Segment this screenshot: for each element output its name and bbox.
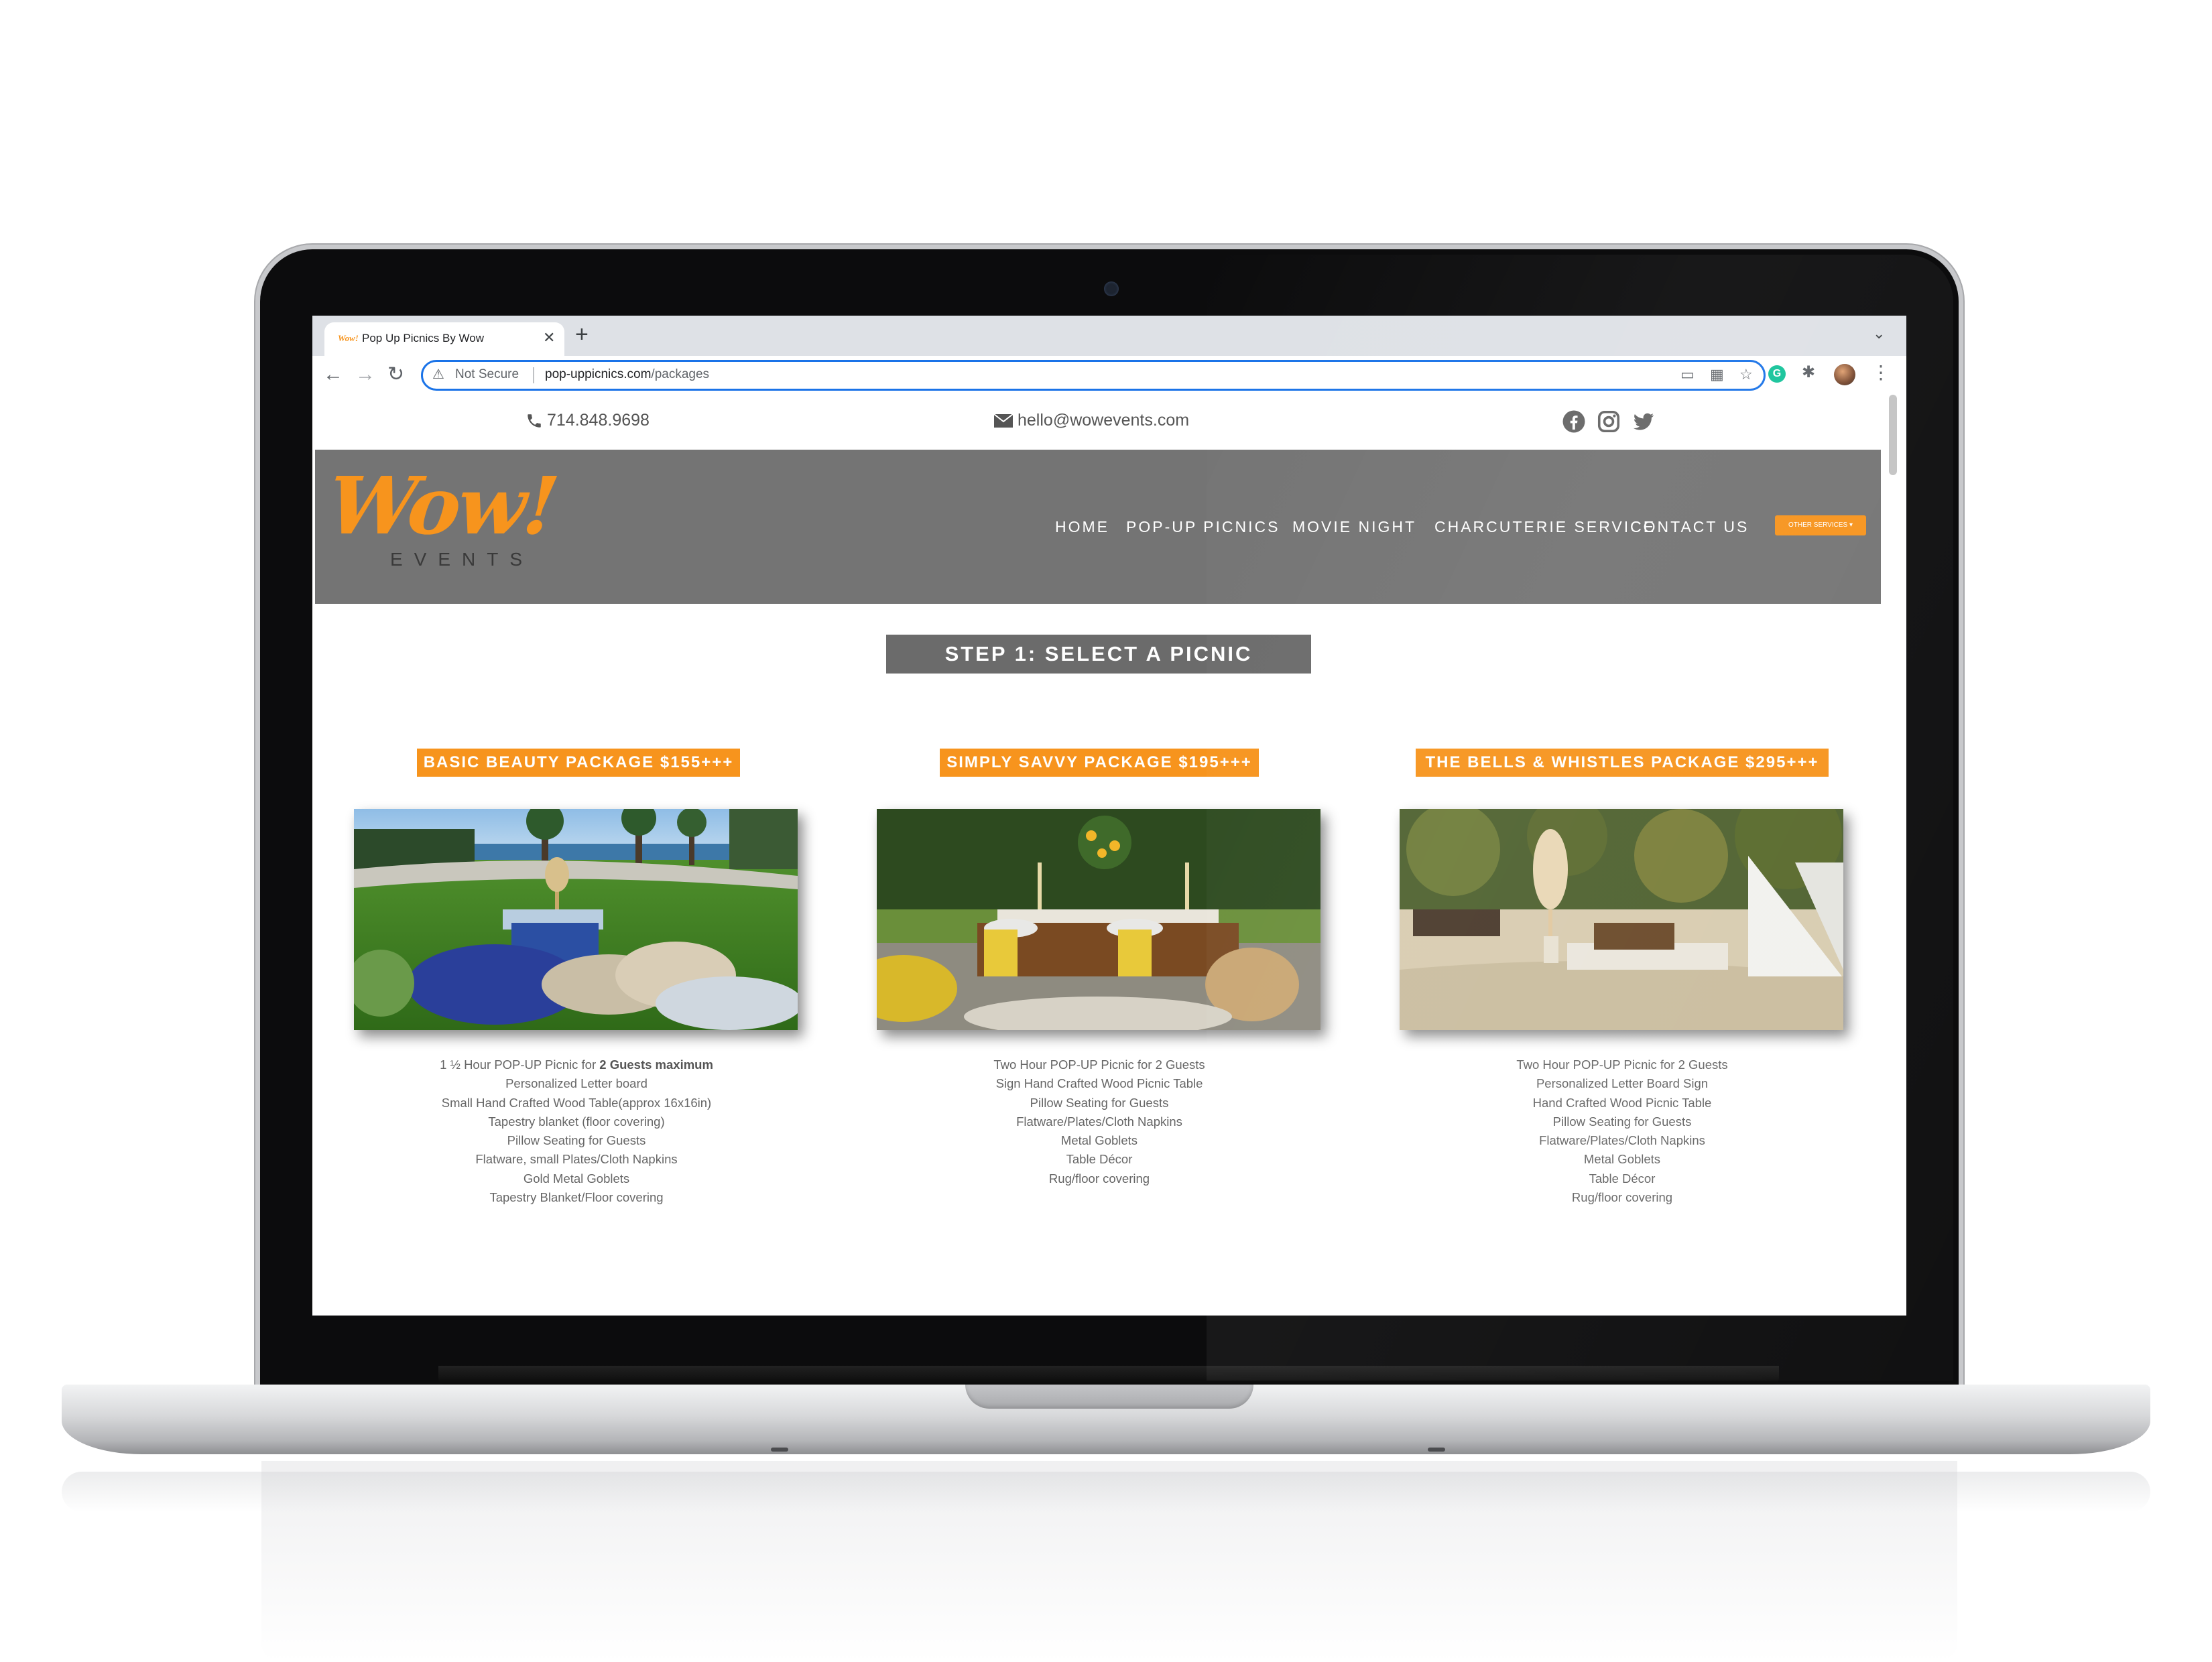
phone-link[interactable]: 714.848.9698 (526, 411, 650, 430)
list-item: Hand Crafted Wood Picnic Table (1532, 1095, 1712, 1110)
browser-menu-icon[interactable]: ⋮ (1871, 361, 1890, 383)
bookmark-star-icon[interactable]: ☆ (1739, 366, 1753, 383)
package-features-bells-whistles: Two Hour POP-UP Picnic for 2 Guests Pers… (1388, 1056, 1857, 1207)
facebook-icon[interactable] (1562, 409, 1586, 434)
contact-bar: 714.848.9698 hello@wowevents.com (312, 393, 1881, 450)
laptop-screen: Wow! Pop Up Picnics By Wow ✕ + ⌄ ← → ↻ ⚠… (312, 316, 1906, 1316)
package-features-basic: 1 ½ Hour POP-UP Picnic for 2 Guests maxi… (342, 1056, 811, 1207)
list-item: Pillow Seating for Guests (507, 1133, 646, 1148)
tab-search-chevron-icon[interactable]: ⌄ (1873, 325, 1885, 342)
package-title-bells-whistles[interactable]: THE BELLS & WHISTLES PACKAGE $295+++ (1416, 749, 1829, 777)
package-photo-bells-whistles[interactable] (1400, 809, 1843, 1030)
webcam (1104, 281, 1119, 296)
phone-icon (528, 414, 541, 428)
other-services-button[interactable]: OTHER SERVICES ▾ (1775, 515, 1866, 535)
extensions-puzzle-icon[interactable]: ✱ (1802, 363, 1815, 382)
browser-tabstrip: Wow! Pop Up Picnics By Wow ✕ + ⌄ (312, 316, 1906, 356)
grammarly-extension-icon[interactable]: G (1768, 365, 1786, 383)
forward-icon[interactable]: → (355, 361, 375, 388)
list-item: Personalized Letter Board Sign (1536, 1076, 1709, 1091)
laptop-hinge (438, 1366, 1779, 1385)
nav-home[interactable]: HOME (1055, 518, 1109, 536)
logo-subtitle: EVENTS (390, 549, 534, 570)
package-title-basic[interactable]: BASIC BEAUTY PACKAGE $155+++ (417, 749, 740, 777)
package-features-savvy: Two Hour POP-UP Picnic for 2 Guests Sign… (865, 1056, 1334, 1188)
email-address: hello@wowevents.com (1018, 411, 1190, 430)
email-link[interactable]: hello@wowevents.com (993, 411, 1189, 430)
list-item: Flatware, small Plates/Cloth Napkins (475, 1152, 678, 1167)
nav-movie-night[interactable]: MOVIE NIGHT (1292, 518, 1416, 536)
profile-avatar[interactable] (1834, 364, 1855, 385)
list-item: Two Hour POP-UP Picnic for 2 Guests (993, 1058, 1205, 1072)
warning-icon[interactable]: ⚠ (432, 366, 444, 383)
laptop-opening-notch (965, 1385, 1253, 1409)
list-item: 1 ½ Hour POP-UP Picnic for 2 Guests maxi… (342, 1056, 811, 1074)
omnibox-separator (533, 367, 534, 383)
list-item: Two Hour POP-UP Picnic for 2 Guests (1516, 1058, 1728, 1072)
nav-charcuterie-service[interactable]: CHARCUTERIE SERVICE (1434, 518, 1656, 536)
security-label[interactable]: Not Secure (455, 367, 519, 382)
twitter-icon[interactable] (1632, 409, 1656, 434)
nav-contact-us[interactable]: CONTACT US (1630, 518, 1749, 536)
nav-pop-up-picnics[interactable]: POP-UP PICNICS (1126, 518, 1280, 536)
package-intro-bold: 2 Guests maximum (599, 1058, 713, 1072)
list-item: Sign Hand Crafted Wood Picnic Table (995, 1076, 1203, 1091)
list-item: Rug/floor covering (1571, 1190, 1673, 1205)
list-item: Rug/floor covering (1048, 1171, 1150, 1186)
list-item: Pillow Seating for Guests (1030, 1095, 1169, 1110)
url-host: pop-uppicnics.com (545, 367, 652, 381)
qr-code-icon[interactable]: ▦ (1710, 366, 1724, 383)
list-item: Metal Goblets (1060, 1133, 1138, 1148)
list-item: Pillow Seating for Guests (1552, 1114, 1692, 1129)
list-item: Tapestry blanket (floor covering) (488, 1114, 665, 1129)
tab-title: Pop Up Picnics By Wow (362, 332, 485, 344)
list-item: Small Hand Crafted Wood Table(approx 16x… (441, 1095, 712, 1110)
step-heading: STEP 1: SELECT A PICNIC PACKAGE (886, 635, 1311, 704)
package-title-savvy[interactable]: SIMPLY SAVVY PACKAGE $195+++ (940, 749, 1259, 777)
address-bar[interactable]: ⚠ Not Secure pop-uppicnics.com/packages … (421, 360, 1766, 391)
laptop-reflection (261, 1461, 1957, 1662)
web-page: 714.848.9698 hello@wowevents.com Wow! EV… (312, 393, 1906, 1316)
laptop-foot (771, 1448, 788, 1452)
package-photo-savvy[interactable] (877, 809, 1320, 1030)
site-header: Wow! EVENTS HOME POP-UP PICNICS MOVIE NI… (315, 450, 1881, 604)
laptop-foot (1428, 1448, 1445, 1452)
picnic-table-lemons-image (877, 809, 1320, 1030)
browser-toolbar: ← → ↻ ⚠ Not Secure pop-uppicnics.com/pac… (312, 356, 1906, 394)
phone-number: 714.848.9698 (547, 411, 650, 430)
reload-icon[interactable]: ↻ (387, 361, 404, 388)
cast-icon[interactable]: ▭ (1680, 366, 1695, 383)
tab-favicon: Wow! (338, 333, 359, 343)
list-item: Personalized Letter board (505, 1076, 648, 1091)
back-icon[interactable]: ← (323, 361, 343, 388)
list-item: Gold Metal Goblets (523, 1171, 630, 1186)
picnic-lawn-ocean-image (354, 809, 798, 1030)
list-item: Flatware/Plates/Cloth Napkins (1016, 1114, 1182, 1129)
list-item: Metal Goblets (1583, 1152, 1661, 1167)
package-photo-basic[interactable] (354, 809, 798, 1030)
url-text[interactable]: pop-uppicnics.com/packages (545, 367, 709, 382)
page-scrollbar[interactable] (1889, 395, 1897, 475)
new-tab-icon[interactable]: + (575, 321, 589, 348)
list-item: Table Décor (1066, 1152, 1133, 1167)
close-tab-icon[interactable]: ✕ (543, 329, 555, 346)
list-item: Flatware/Plates/Cloth Napkins (1539, 1133, 1705, 1148)
list-item: Tapestry Blanket/Floor covering (489, 1190, 664, 1205)
envelope-icon (993, 413, 1013, 428)
instagram-icon[interactable] (1597, 409, 1621, 434)
browser-tab[interactable]: Wow! Pop Up Picnics By Wow ✕ (324, 322, 564, 356)
list-item: Table Décor (1589, 1171, 1656, 1186)
picnic-beach-tent-image (1400, 809, 1843, 1030)
package-intro-text: 1 ½ Hour POP-UP Picnic for (440, 1058, 600, 1072)
url-path: /packages (651, 367, 710, 381)
logo-wordmark[interactable]: Wow! (324, 459, 561, 552)
